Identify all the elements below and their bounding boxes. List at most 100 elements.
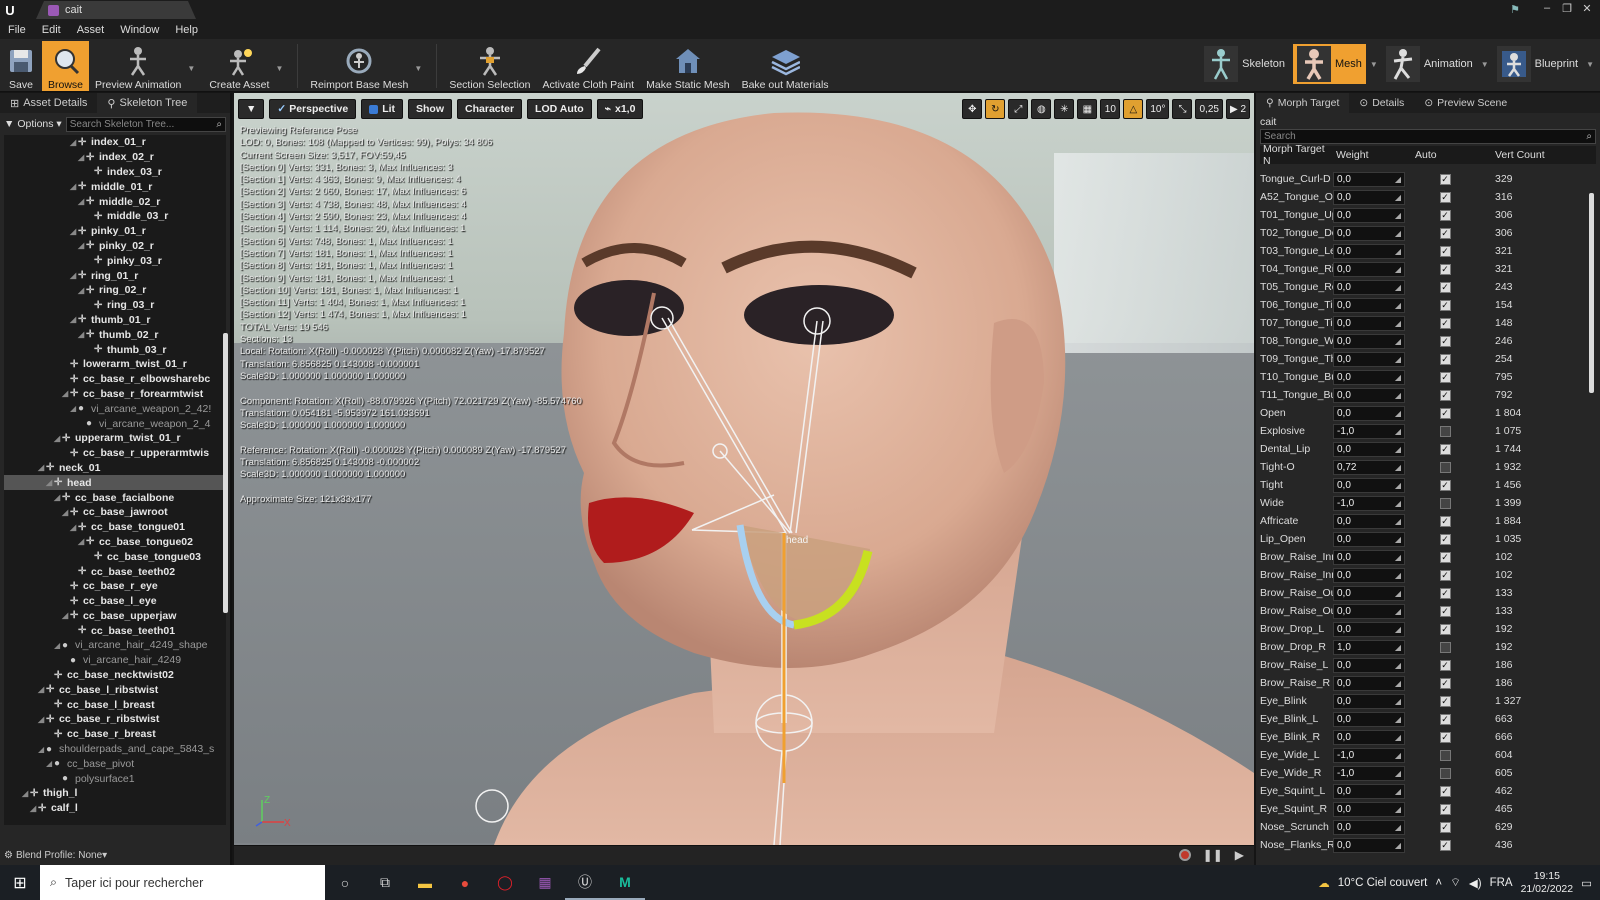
weight-spinbox[interactable]: -1,0 ◢ — [1333, 423, 1405, 439]
expand-arrow-icon[interactable]: ◢ — [78, 330, 86, 339]
expand-arrow-icon[interactable]: ◢ — [38, 685, 46, 694]
skeleton-tree-row[interactable]: ◢ ✛ head — [4, 475, 226, 491]
morph-target-row[interactable]: Explosive -1,0 ◢ 1 075 — [1260, 422, 1582, 440]
morph-target-row[interactable]: Brow_Drop_R 1,0 ◢ 192 — [1260, 638, 1582, 656]
document-tab[interactable]: cait — [36, 1, 196, 19]
mode-mesh-dropdown-icon[interactable]: ▼ — [1370, 60, 1378, 69]
morph-target-row[interactable]: Brow_Raise_Inn 0,0 ◢ ✓ 102 — [1260, 548, 1582, 566]
auto-checkbox[interactable]: ✓ — [1439, 551, 1451, 563]
expand-arrow-icon[interactable]: ◢ — [54, 493, 62, 502]
morph-target-row[interactable]: T07_Tongue_Tip 0,0 ◢ ✓ 148 — [1260, 314, 1582, 332]
weight-spinbox[interactable]: 0,0 ◢ — [1333, 837, 1405, 853]
camera-speed-button[interactable]: ▶ 2 — [1225, 99, 1250, 119]
record-icon[interactable] — [1178, 849, 1191, 861]
morph-target-row[interactable]: T03_Tongue_Le 0,0 ◢ ✓ 321 — [1260, 242, 1582, 260]
expand-arrow-icon[interactable]: ◢ — [78, 241, 86, 250]
weight-spinbox[interactable]: 0,0 ◢ — [1333, 819, 1405, 835]
morph-target-row[interactable]: Brow_Raise_R 0,0 ◢ ✓ 186 — [1260, 674, 1582, 692]
skeleton-tree-row[interactable]: ◢ ✛ thigh_l — [4, 786, 226, 801]
weight-spinbox[interactable]: 0,0 ◢ — [1333, 333, 1405, 349]
expand-arrow-icon[interactable]: ◢ — [78, 537, 86, 546]
auto-checkbox[interactable]: ✓ — [1439, 443, 1451, 455]
make-static-mesh-button[interactable]: Make Static Mesh — [640, 41, 735, 91]
rotation-snap-icon[interactable]: △ — [1123, 99, 1144, 119]
blend-profile-dropdown[interactable]: ⚙ Blend Profile: None ▾ — [4, 847, 107, 863]
auto-checkbox[interactable]: ✓ — [1439, 281, 1451, 293]
skeleton-tree-row[interactable]: ✛ thumb_03_r — [4, 342, 226, 357]
weight-spinbox[interactable]: 0,0 ◢ — [1333, 657, 1405, 673]
column-morph-target[interactable]: Morph Target N — [1260, 143, 1333, 167]
volume-icon[interactable]: ◀) — [1469, 876, 1482, 890]
expand-arrow-icon[interactable]: ◢ — [30, 804, 38, 813]
browse-button[interactable]: Browse — [42, 41, 90, 91]
morph-target-row[interactable]: Brow_Raise_L 0,0 ◢ ✓ 186 — [1260, 656, 1582, 674]
language-indicator[interactable]: FRA — [1490, 877, 1513, 889]
tab-skeleton-tree[interactable]: ⚲ Skeleton Tree — [97, 93, 198, 113]
morph-target-row[interactable]: Eye_Wide_L -1,0 ◢ 604 — [1260, 746, 1582, 764]
playback-speed-button[interactable]: ⌁ x1,0 — [596, 99, 644, 119]
morph-target-row[interactable]: Tongue_Curl-D 0,0 ◢ ✓ 329 — [1260, 170, 1582, 188]
weight-spinbox[interactable]: -1,0 ◢ — [1333, 765, 1405, 781]
skeleton-tree-row[interactable]: ◢ ✛ pinky_02_r — [4, 239, 226, 254]
skeleton-tree-row[interactable]: ✛ lowerarm_twist_01_r — [4, 357, 226, 372]
auto-checkbox[interactable] — [1439, 749, 1451, 761]
expand-arrow-icon[interactable]: ◢ — [54, 434, 62, 443]
auto-checkbox[interactable]: ✓ — [1439, 569, 1451, 581]
skeleton-tree-row[interactable]: ◢ ✛ cc_base_facialbone — [4, 490, 226, 505]
expand-arrow-icon[interactable]: ◢ — [38, 715, 46, 724]
auto-checkbox[interactable]: ✓ — [1439, 785, 1451, 797]
morph-target-row[interactable]: T02_Tongue_Do 0,0 ◢ ✓ 306 — [1260, 224, 1582, 242]
skeleton-tree-row[interactable]: ✛ cc_base_l_breast — [4, 697, 226, 712]
morph-target-row[interactable]: Wide -1,0 ◢ 1 399 — [1260, 494, 1582, 512]
bake-out-materials-button[interactable]: Bake out Materials — [736, 41, 835, 91]
menu-help[interactable]: Help — [175, 24, 198, 36]
weather-label[interactable]: 10°C Ciel couvert — [1338, 877, 1428, 889]
morph-target-row[interactable]: T08_Tongue_Wi 0,0 ◢ ✓ 246 — [1260, 332, 1582, 350]
pause-icon[interactable]: ❚❚ — [1203, 848, 1223, 862]
morph-target-row[interactable]: Brow_Raise_Out 0,0 ◢ ✓ 133 — [1260, 584, 1582, 602]
expand-arrow-icon[interactable]: ◢ — [62, 389, 70, 398]
expand-arrow-icon[interactable]: ◢ — [70, 227, 78, 236]
tray-chevron-icon[interactable]: ˄ — [1435, 877, 1442, 889]
weight-spinbox[interactable]: 0,0 ◢ — [1333, 243, 1405, 259]
skeleton-tree-row[interactable]: ◢ ✛ upperarm_twist_01_r — [4, 431, 226, 446]
morph-target-row[interactable]: Brow_Drop_L 0,0 ◢ ✓ 192 — [1260, 620, 1582, 638]
weight-spinbox[interactable]: 0,0 ◢ — [1333, 261, 1405, 277]
morph-target-row[interactable]: Dental_Lip 0,0 ◢ ✓ 1 744 — [1260, 440, 1582, 458]
skeleton-tree-row[interactable]: ◢ ✛ cc_base_l_ribstwist — [4, 682, 226, 697]
windows-start-icon[interactable]: ⊞ — [0, 873, 40, 893]
expand-arrow-icon[interactable]: ◢ — [54, 641, 62, 650]
options-dropdown[interactable]: ▼ Options ▾ — [4, 118, 62, 130]
morph-target-row[interactable]: Tight-O 0,72 ◢ 1 932 — [1260, 458, 1582, 476]
create-asset-button[interactable]: Create Asset — [203, 41, 275, 91]
file-explorer-icon[interactable]: ▬ — [405, 865, 445, 900]
morph-target-row[interactable]: Affricate 0,0 ◢ ✓ 1 884 — [1260, 512, 1582, 530]
auto-checkbox[interactable] — [1439, 461, 1451, 473]
skeleton-tree-row[interactable]: ✛ cc_base_r_upperarmtwis — [4, 446, 226, 461]
show-button[interactable]: Show — [408, 99, 453, 119]
weight-spinbox[interactable]: 0,0 ◢ — [1333, 225, 1405, 241]
morph-target-row[interactable]: Eye_Blink 0,0 ◢ ✓ 1 327 — [1260, 692, 1582, 710]
morph-target-row[interactable]: T11_Tongue_Bu 0,0 ◢ ✓ 792 — [1260, 386, 1582, 404]
skeleton-tree-row[interactable]: ✛ ring_03_r — [4, 298, 226, 313]
auto-checkbox[interactable]: ✓ — [1439, 479, 1451, 491]
tab-details[interactable]: ⊙ Details — [1349, 93, 1414, 113]
character-button[interactable]: Character — [457, 99, 523, 119]
weight-spinbox[interactable]: 0,0 ◢ — [1333, 621, 1405, 637]
minimize-icon[interactable]: – — [1538, 0, 1556, 16]
expand-arrow-icon[interactable]: ◢ — [78, 153, 86, 162]
auto-checkbox[interactable]: ✓ — [1439, 191, 1451, 203]
menu-window[interactable]: Window — [120, 24, 159, 36]
skeleton-tree-scrollbar[interactable] — [223, 333, 228, 613]
section-selection-button[interactable]: Section Selection — [443, 41, 536, 91]
mode-animation[interactable]: Animation — [1382, 44, 1477, 84]
skeleton-tree-row[interactable]: ◢ ✛ cc_base_tongue01 — [4, 520, 226, 535]
morph-target-row[interactable]: T10_Tongue_Bu 0,0 ◢ ✓ 795 — [1260, 368, 1582, 386]
weight-spinbox[interactable]: 0,0 ◢ — [1333, 405, 1405, 421]
skeleton-tree-row[interactable]: ✛ pinky_03_r — [4, 253, 226, 268]
taskbar-search-box[interactable]: ⌕ Taper ici pour rechercher — [40, 865, 325, 900]
weight-spinbox[interactable]: 0,72 ◢ — [1333, 459, 1405, 475]
expand-arrow-icon[interactable]: ◢ — [78, 197, 86, 206]
unreal-engine-taskbar-icon[interactable]: Ⓤ — [565, 865, 605, 900]
weight-spinbox[interactable]: 0,0 ◢ — [1333, 585, 1405, 601]
